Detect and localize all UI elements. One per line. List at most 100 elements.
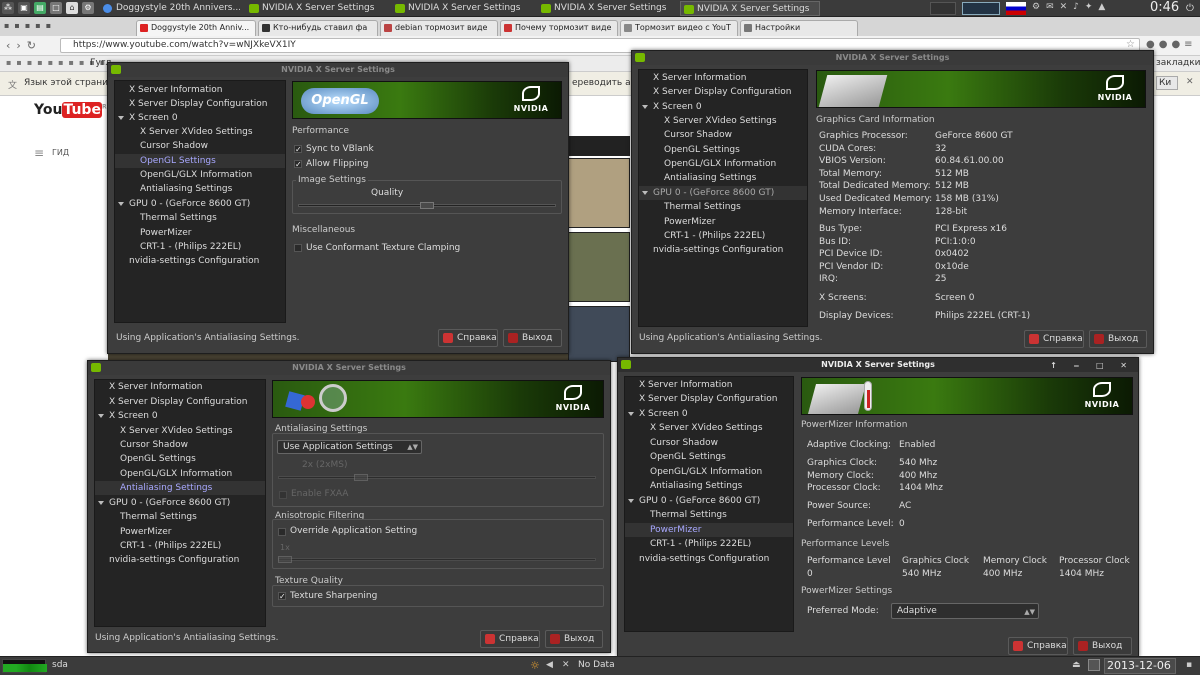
nav-x-server-information[interactable]: X Server Information [639, 71, 807, 85]
nav-thermal-settings[interactable]: Thermal Settings [639, 200, 807, 214]
pinned-tabs[interactable]: ▪▪▪▪▪ [4, 21, 74, 33]
nav-cursor-shadow[interactable]: Cursor Shadow [95, 438, 265, 452]
nav-x-screen-0[interactable]: X Screen 0 [639, 100, 807, 114]
browser-tab[interactable]: Тормозит видео с YouT [620, 20, 738, 36]
browser-tab[interactable]: debian тормозит виде [380, 20, 498, 36]
nav-opengl-settings[interactable]: OpenGL Settings [115, 154, 285, 168]
terminal-icon[interactable]: ▣ [18, 2, 30, 14]
nav-cursor-shadow[interactable]: Cursor Shadow [115, 139, 285, 153]
nav-x-server-display-configuration[interactable]: X Server Display Configuration [639, 85, 807, 99]
video-thumbnail[interactable] [568, 306, 630, 362]
nav-antialiasing-settings[interactable]: Antialiasing Settings [639, 171, 807, 185]
nav-xvideo-settings[interactable]: X Server XVideo Settings [95, 424, 265, 438]
nav-thermal-settings[interactable]: Thermal Settings [95, 510, 265, 524]
workspace-switcher[interactable] [962, 2, 1000, 15]
task-nvidia-1[interactable]: NVIDIA X Server Settings [246, 1, 386, 16]
quit-button[interactable]: Выход [545, 630, 603, 648]
texture-sharpening-checkbox[interactable]: ✓ [278, 592, 286, 601]
mute-icon[interactable]: ✕ [562, 660, 570, 670]
browser-tab[interactable]: Doggystyle 20th Anniv... [136, 20, 256, 36]
youtube-logo[interactable]: YouTubeRU [34, 102, 111, 118]
nav-x-screen-0[interactable]: X Screen 0 [95, 409, 265, 423]
expander-icon[interactable] [628, 412, 634, 416]
window-titlebar[interactable]: NVIDIA X Server Settings [108, 63, 568, 77]
nav-crt-1[interactable]: CRT-1 - (Philips 222EL) [639, 229, 807, 243]
nav-crt-1[interactable]: CRT-1 - (Philips 222EL) [115, 240, 285, 254]
quit-button[interactable]: Выход [1073, 637, 1132, 655]
nav-nvidia-settings-configuration[interactable]: nvidia-settings Configuration [625, 552, 793, 566]
nav-powermizer[interactable]: PowerMizer [95, 525, 265, 539]
nav-opengl-settings[interactable]: OpenGL Settings [625, 450, 793, 464]
nav-cursor-shadow[interactable]: Cursor Shadow [639, 128, 807, 142]
nav-thermal-settings[interactable]: Thermal Settings [625, 508, 793, 522]
expander-icon[interactable] [642, 191, 648, 195]
expander-icon[interactable] [642, 105, 648, 109]
nav-powermizer[interactable]: PowerMizer [639, 215, 807, 229]
settings-icon[interactable]: ⚙ [82, 2, 94, 14]
override-checkbox[interactable] [278, 528, 286, 536]
nav-x-server-display-configuration[interactable]: X Server Display Configuration [115, 97, 285, 111]
nav-antialiasing-settings[interactable]: Antialiasing Settings [115, 182, 285, 196]
weather-icon[interactable]: ☼ [530, 659, 540, 672]
nav-opengl-glx-information[interactable]: OpenGL/GLX Information [625, 465, 793, 479]
nav-x-server-display-configuration[interactable]: X Server Display Configuration [625, 392, 793, 406]
extension-icons[interactable]: ●●●≡ [1146, 39, 1197, 50]
quit-button[interactable]: Выход [1089, 330, 1147, 348]
video-thumbnail[interactable] [568, 232, 630, 302]
nav-buttons[interactable]: ‹›↻ [6, 39, 42, 52]
conformant-clamping-checkbox[interactable] [294, 244, 302, 252]
expander-icon[interactable] [118, 202, 124, 206]
nav-xvideo-settings[interactable]: X Server XVideo Settings [639, 114, 807, 128]
nav-antialiasing-settings[interactable]: Antialiasing Settings [625, 479, 793, 493]
quit-button[interactable]: Выход [503, 329, 562, 347]
nav-x-server-information[interactable]: X Server Information [625, 378, 793, 392]
anisotropic-knob[interactable] [278, 556, 292, 563]
nav-nvidia-settings-configuration[interactable]: nvidia-settings Configuration [95, 553, 265, 567]
anisotropic-slider[interactable] [278, 558, 596, 561]
nav-opengl-settings[interactable]: OpenGL Settings [639, 143, 807, 157]
preferred-mode-select[interactable]: Adaptive ▲▼ [891, 603, 1039, 619]
video-thumbnail[interactable] [568, 158, 630, 228]
task-nvidia-4[interactable]: NVIDIA X Server Settings [680, 1, 820, 16]
power-icon[interactable]: ⏻ [1186, 3, 1194, 14]
close-translate-icon[interactable]: ✕ [1186, 77, 1194, 87]
translate-button[interactable]: Ки [1156, 76, 1178, 90]
show-desktop-icon[interactable]: ▪ [1186, 660, 1192, 670]
window-icon[interactable]: □ [50, 2, 62, 14]
nav-crt-1[interactable]: CRT-1 - (Philips 222EL) [95, 539, 265, 553]
nav-x-server-display-configuration[interactable]: X Server Display Configuration [95, 395, 265, 409]
nav-x-screen-0[interactable]: X Screen 0 [625, 407, 793, 421]
nav-xvideo-settings[interactable]: X Server XVideo Settings [625, 421, 793, 435]
task-nvidia-2[interactable]: NVIDIA X Server Settings [392, 1, 532, 16]
expander-icon[interactable] [98, 501, 104, 505]
help-button[interactable]: Справка [480, 630, 540, 648]
nav-crt-1[interactable]: CRT-1 - (Philips 222EL) [625, 537, 793, 551]
home-icon[interactable]: ⌂ [66, 2, 78, 14]
files-icon[interactable]: ▤ [34, 2, 46, 14]
nav-gpu-0[interactable]: GPU 0 - (GeForce 8600 GT) [625, 494, 793, 508]
nav-nvidia-settings-configuration[interactable]: nvidia-settings Configuration [639, 243, 807, 257]
date-display[interactable]: 2013-12-06 [1104, 658, 1176, 674]
window-titlebar[interactable]: NVIDIA X Server Settings ↑ ‒ □ ✕ [618, 358, 1138, 372]
other-bookmarks[interactable]: закладки [1156, 58, 1200, 68]
nav-gpu-0[interactable]: GPU 0 - (GeForce 8600 GT) [95, 496, 265, 510]
quality-slider-knob[interactable] [420, 202, 434, 209]
nav-powermizer[interactable]: PowerMizer [115, 226, 285, 240]
task-browser[interactable]: Doggystyle 20th Annivers... [100, 1, 240, 16]
window-controls[interactable]: ↑ ‒ □ ✕ [1050, 359, 1134, 373]
expander-icon[interactable] [98, 414, 104, 418]
nav-opengl-glx-information[interactable]: OpenGL/GLX Information [95, 467, 265, 481]
sound-icon[interactable]: ◀ [546, 660, 553, 670]
nav-thermal-settings[interactable]: Thermal Settings [115, 211, 285, 225]
window-titlebar[interactable]: NVIDIA X Server Settings [632, 51, 1153, 65]
bookmark-star-icon[interactable]: ☆ [1126, 39, 1135, 50]
nav-nvidia-settings-configuration[interactable]: nvidia-settings Configuration [115, 254, 285, 268]
browser-tab[interactable]: Кто-нибудь ставил фа [258, 20, 378, 36]
allow-flipping-checkbox[interactable]: ✓ [294, 160, 302, 169]
antialiasing-level-slider[interactable] [278, 476, 596, 479]
nav-cursor-shadow[interactable]: Cursor Shadow [625, 436, 793, 450]
fxaa-checkbox[interactable] [279, 491, 287, 499]
browser-tab[interactable]: Почему тормозит виде [500, 20, 618, 36]
nav-powermizer[interactable]: PowerMizer [625, 523, 793, 537]
nav-x-server-information[interactable]: X Server Information [115, 83, 285, 97]
